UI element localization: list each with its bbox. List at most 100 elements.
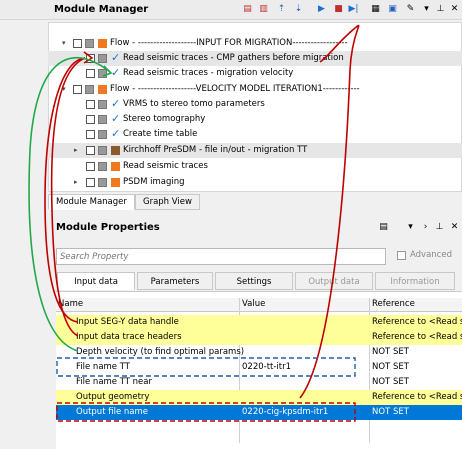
- step-icon[interactable]: ▶|: [348, 4, 359, 15]
- module-manager-panel: Module Manager ▤ ▥ ⇡ ⇣ ▶ ■ ▶| ▦ ▣ ✎ ▾ ⊥ …: [0, 0, 462, 212]
- table-row[interactable]: File name TT 0220-tt-itr1 NOT SET: [56, 360, 462, 375]
- tree-module-read-cmp[interactable]: ✓ Read seismic traces - CMP gathers befo…: [48, 51, 462, 66]
- module-checkbox[interactable]: [86, 130, 95, 139]
- tree-label: Read seismic traces - migration velocity: [123, 68, 294, 78]
- collapse-icon[interactable]: ▾: [62, 82, 66, 97]
- column-header-name[interactable]: Name: [58, 299, 83, 309]
- tree-module-psdm[interactable]: ▸ PSDM imaging: [0, 175, 462, 190]
- column-header-value[interactable]: Value: [242, 299, 265, 309]
- module-checkbox[interactable]: [86, 162, 95, 171]
- module-checkbox[interactable]: [86, 178, 95, 187]
- property-name: Output geometry: [76, 392, 150, 402]
- add-module-icon[interactable]: ▤: [242, 4, 253, 15]
- copy-icon[interactable]: ▤: [378, 222, 389, 233]
- tree-label: Flow - -------------------VELOCITY MODEL…: [110, 84, 360, 94]
- advanced-checkbox[interactable]: [397, 251, 406, 260]
- tree-label: Flow - -------------------INPUT FOR MIGR…: [110, 38, 348, 48]
- column-header-reference[interactable]: Reference: [372, 299, 415, 309]
- tree-module-read-vel[interactable]: ✓ Read seismic traces - migration veloci…: [0, 66, 462, 81]
- table-row[interactable]: File name TT near NOT SET: [56, 375, 462, 390]
- close-icon[interactable]: ✕: [449, 222, 460, 233]
- dropdown-icon[interactable]: ▾: [421, 4, 432, 15]
- tab-graph-view[interactable]: Graph View: [135, 194, 200, 210]
- table-row[interactable]: Depth velocity (to find optimal params) …: [56, 345, 462, 360]
- property-reference: Reference to <Read s: [372, 317, 462, 327]
- tree-module-read[interactable]: Read seismic traces: [0, 159, 462, 174]
- property-name: File name TT: [76, 362, 130, 372]
- flow-checkbox[interactable]: [73, 39, 82, 48]
- table-row[interactable]: Output geometry Reference to <Read s: [56, 390, 462, 405]
- module-state-icon: [98, 115, 107, 124]
- tree-flow-velocity[interactable]: ▾ Flow - -------------------VELOCITY MOD…: [0, 82, 462, 97]
- search-input[interactable]: [57, 249, 385, 264]
- module-checkbox[interactable]: [86, 54, 95, 63]
- module-checkbox[interactable]: [86, 100, 95, 109]
- tree-module-timetable[interactable]: ✓ Create time table: [0, 127, 462, 142]
- flow-icon: [98, 85, 107, 94]
- flow-state-icon: [85, 39, 94, 48]
- tab-input-data[interactable]: Input data: [57, 272, 135, 290]
- tab-information[interactable]: Information: [375, 272, 455, 290]
- module-icon: [111, 178, 120, 187]
- property-name: Input data trace headers: [76, 332, 182, 342]
- expand-icon[interactable]: ▸: [74, 175, 78, 190]
- tree-label: VRMS to stereo tomo parameters: [123, 99, 265, 109]
- tree-flow-input[interactable]: ▾ Flow - -------------------INPUT FOR MI…: [0, 36, 462, 51]
- module-checkbox[interactable]: [86, 69, 95, 78]
- search-box[interactable]: [56, 248, 386, 265]
- collapse-icon[interactable]: ▾: [62, 36, 66, 51]
- checkmark-icon: ✓: [111, 97, 121, 110]
- property-reference: Reference to <Read s: [372, 392, 462, 402]
- property-value[interactable]: 0220-cig-kpsdm-itr1: [242, 405, 328, 420]
- table-row[interactable]: Output file name 0220-cig-kpsdm-itr1 NOT…: [56, 405, 462, 420]
- advanced-label: Advanced: [410, 250, 452, 260]
- tab-settings[interactable]: Settings: [215, 272, 293, 290]
- tree-label: Read seismic traces - CMP gathers before…: [123, 53, 344, 63]
- module-manager-title: Module Manager: [54, 4, 149, 15]
- stop-icon[interactable]: ■: [333, 4, 344, 15]
- module-state-icon: [98, 100, 107, 109]
- tree-module-vrms[interactable]: ✓ VRMS to stereo tomo parameters: [0, 97, 462, 112]
- property-reference: NOT SET: [372, 347, 409, 357]
- module-manager-titlebar: Module Manager ▤ ▥ ⇡ ⇣ ▶ ■ ▶| ▦ ▣ ✎ ▾ ⊥ …: [0, 0, 462, 20]
- checkmark-icon: ✓: [111, 112, 121, 125]
- remove-module-icon[interactable]: ▥: [258, 4, 269, 15]
- tab-parameters[interactable]: Parameters: [137, 272, 213, 290]
- property-value[interactable]: 0220-tt-itr1: [242, 360, 291, 375]
- expand-icon[interactable]: ▸: [74, 143, 78, 158]
- move-down-icon[interactable]: ⇣: [293, 4, 304, 15]
- flow-state-icon: [85, 85, 94, 94]
- chevron-right-icon[interactable]: ›: [420, 222, 431, 233]
- tree-module-kirchhoff[interactable]: ▸ Kirchhoff PreSDM - file in/out - migra…: [48, 143, 462, 158]
- checkmark-icon: ✓: [111, 66, 121, 79]
- run-icon[interactable]: ▶: [316, 4, 327, 15]
- pin-icon[interactable]: ⊥: [434, 222, 445, 233]
- close-icon[interactable]: ✕: [449, 4, 460, 15]
- table-row[interactable]: Input SEG-Y data handle Reference to <Re…: [56, 315, 462, 330]
- log-icon[interactable]: ▦: [370, 4, 381, 15]
- module-checkbox[interactable]: [86, 146, 95, 155]
- settings-icon[interactable]: ✎: [405, 4, 416, 15]
- tree-label: Stereo tomography: [123, 114, 206, 124]
- dropdown-icon[interactable]: ▾: [405, 222, 416, 233]
- property-reference: NOT SET: [372, 377, 409, 387]
- property-name: File name TT near: [76, 377, 152, 387]
- flow-checkbox[interactable]: [73, 85, 82, 94]
- tab-module-manager[interactable]: Module Manager: [48, 194, 135, 210]
- module-state-icon: [98, 54, 107, 63]
- table-row[interactable]: Input data trace headers Reference to <R…: [56, 330, 462, 345]
- tree-label: Kirchhoff PreSDM - file in/out - migrati…: [123, 145, 308, 155]
- tab-output-data[interactable]: Output data: [295, 272, 373, 290]
- module-icon: [111, 146, 120, 155]
- module-checkbox[interactable]: [86, 115, 95, 124]
- module-state-icon: [98, 146, 107, 155]
- move-up-icon[interactable]: ⇡: [276, 4, 287, 15]
- property-reference: NOT SET: [372, 407, 409, 417]
- tree-module-stereo[interactable]: ✓ Stereo tomography: [0, 112, 462, 127]
- module-properties-titlebar: Module Properties ▤ ▾ › ⊥ ✕: [0, 214, 462, 236]
- save-icon[interactable]: ▣: [387, 4, 398, 15]
- pin-icon[interactable]: ⊥: [435, 4, 446, 15]
- module-state-icon: [98, 130, 107, 139]
- property-name: Input SEG-Y data handle: [76, 317, 179, 327]
- module-properties-title: Module Properties: [56, 222, 160, 233]
